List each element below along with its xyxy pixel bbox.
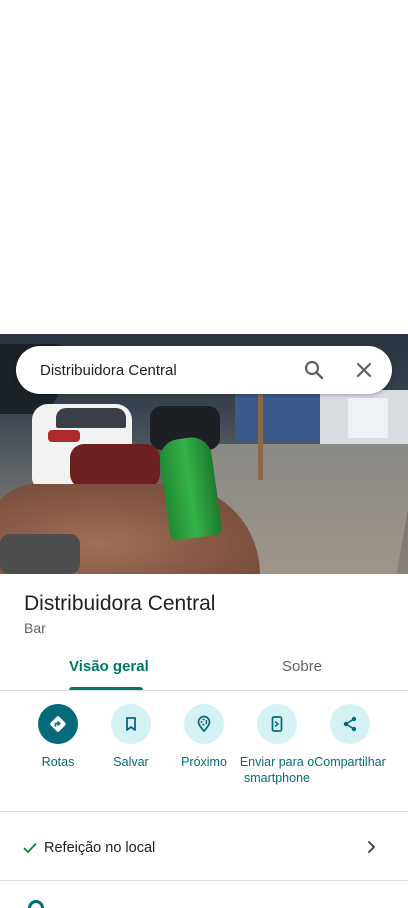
share-button[interactable]: Compartilhar — [312, 704, 388, 770]
dine-in-label: Refeição no local — [44, 840, 156, 856]
search-icon[interactable] — [302, 358, 326, 382]
divider — [0, 880, 408, 881]
send-to-phone-button[interactable]: Enviar para o smartphone — [239, 704, 315, 786]
send-to-phone-icon — [257, 704, 297, 744]
directions-button[interactable]: Rotas — [20, 704, 96, 770]
photo-car-taillight — [48, 430, 80, 442]
save-button[interactable]: Salvar — [93, 704, 169, 770]
share-label: Compartilhar — [314, 755, 386, 769]
close-icon[interactable] — [352, 358, 376, 382]
divider — [0, 811, 408, 812]
photo-pole — [258, 394, 263, 480]
search-input[interactable]: Distribuidora Central — [40, 362, 392, 379]
photo-door — [348, 398, 388, 438]
nearby-button[interactable]: Próximo — [166, 704, 242, 770]
tab-bar: Visão geral Sobre — [0, 650, 408, 691]
directions-icon — [38, 704, 78, 744]
location-icon — [28, 900, 44, 908]
map-area[interactable] — [0, 0, 408, 334]
tab-about[interactable]: Sobre — [282, 658, 322, 675]
save-label: Salvar — [113, 755, 149, 769]
action-buttons: Rotas Salvar Próximo Enviar para o smart… — [0, 704, 408, 808]
tab-overview[interactable]: Visão geral — [69, 658, 149, 675]
tab-indicator — [69, 687, 143, 690]
photo-car-window — [56, 408, 126, 428]
photo-watch — [0, 534, 80, 574]
photo-storefront — [235, 394, 325, 442]
place-title: Distribuidora Central — [24, 592, 216, 615]
search-bar[interactable]: Distribuidora Central — [16, 346, 392, 394]
directions-label: Rotas — [41, 755, 75, 769]
check-icon — [22, 840, 38, 856]
chevron-right-icon[interactable] — [362, 838, 380, 856]
share-icon — [330, 704, 370, 744]
nearby-icon — [184, 704, 224, 744]
photo-motorcycle-red — [70, 444, 160, 488]
dine-in-row[interactable]: Refeição no local — [0, 826, 408, 872]
send-to-phone-label: Enviar para o smartphone — [239, 755, 315, 785]
place-category[interactable]: Bar — [24, 620, 46, 636]
bookmark-icon — [111, 704, 151, 744]
nearby-label: Próximo — [181, 755, 227, 769]
